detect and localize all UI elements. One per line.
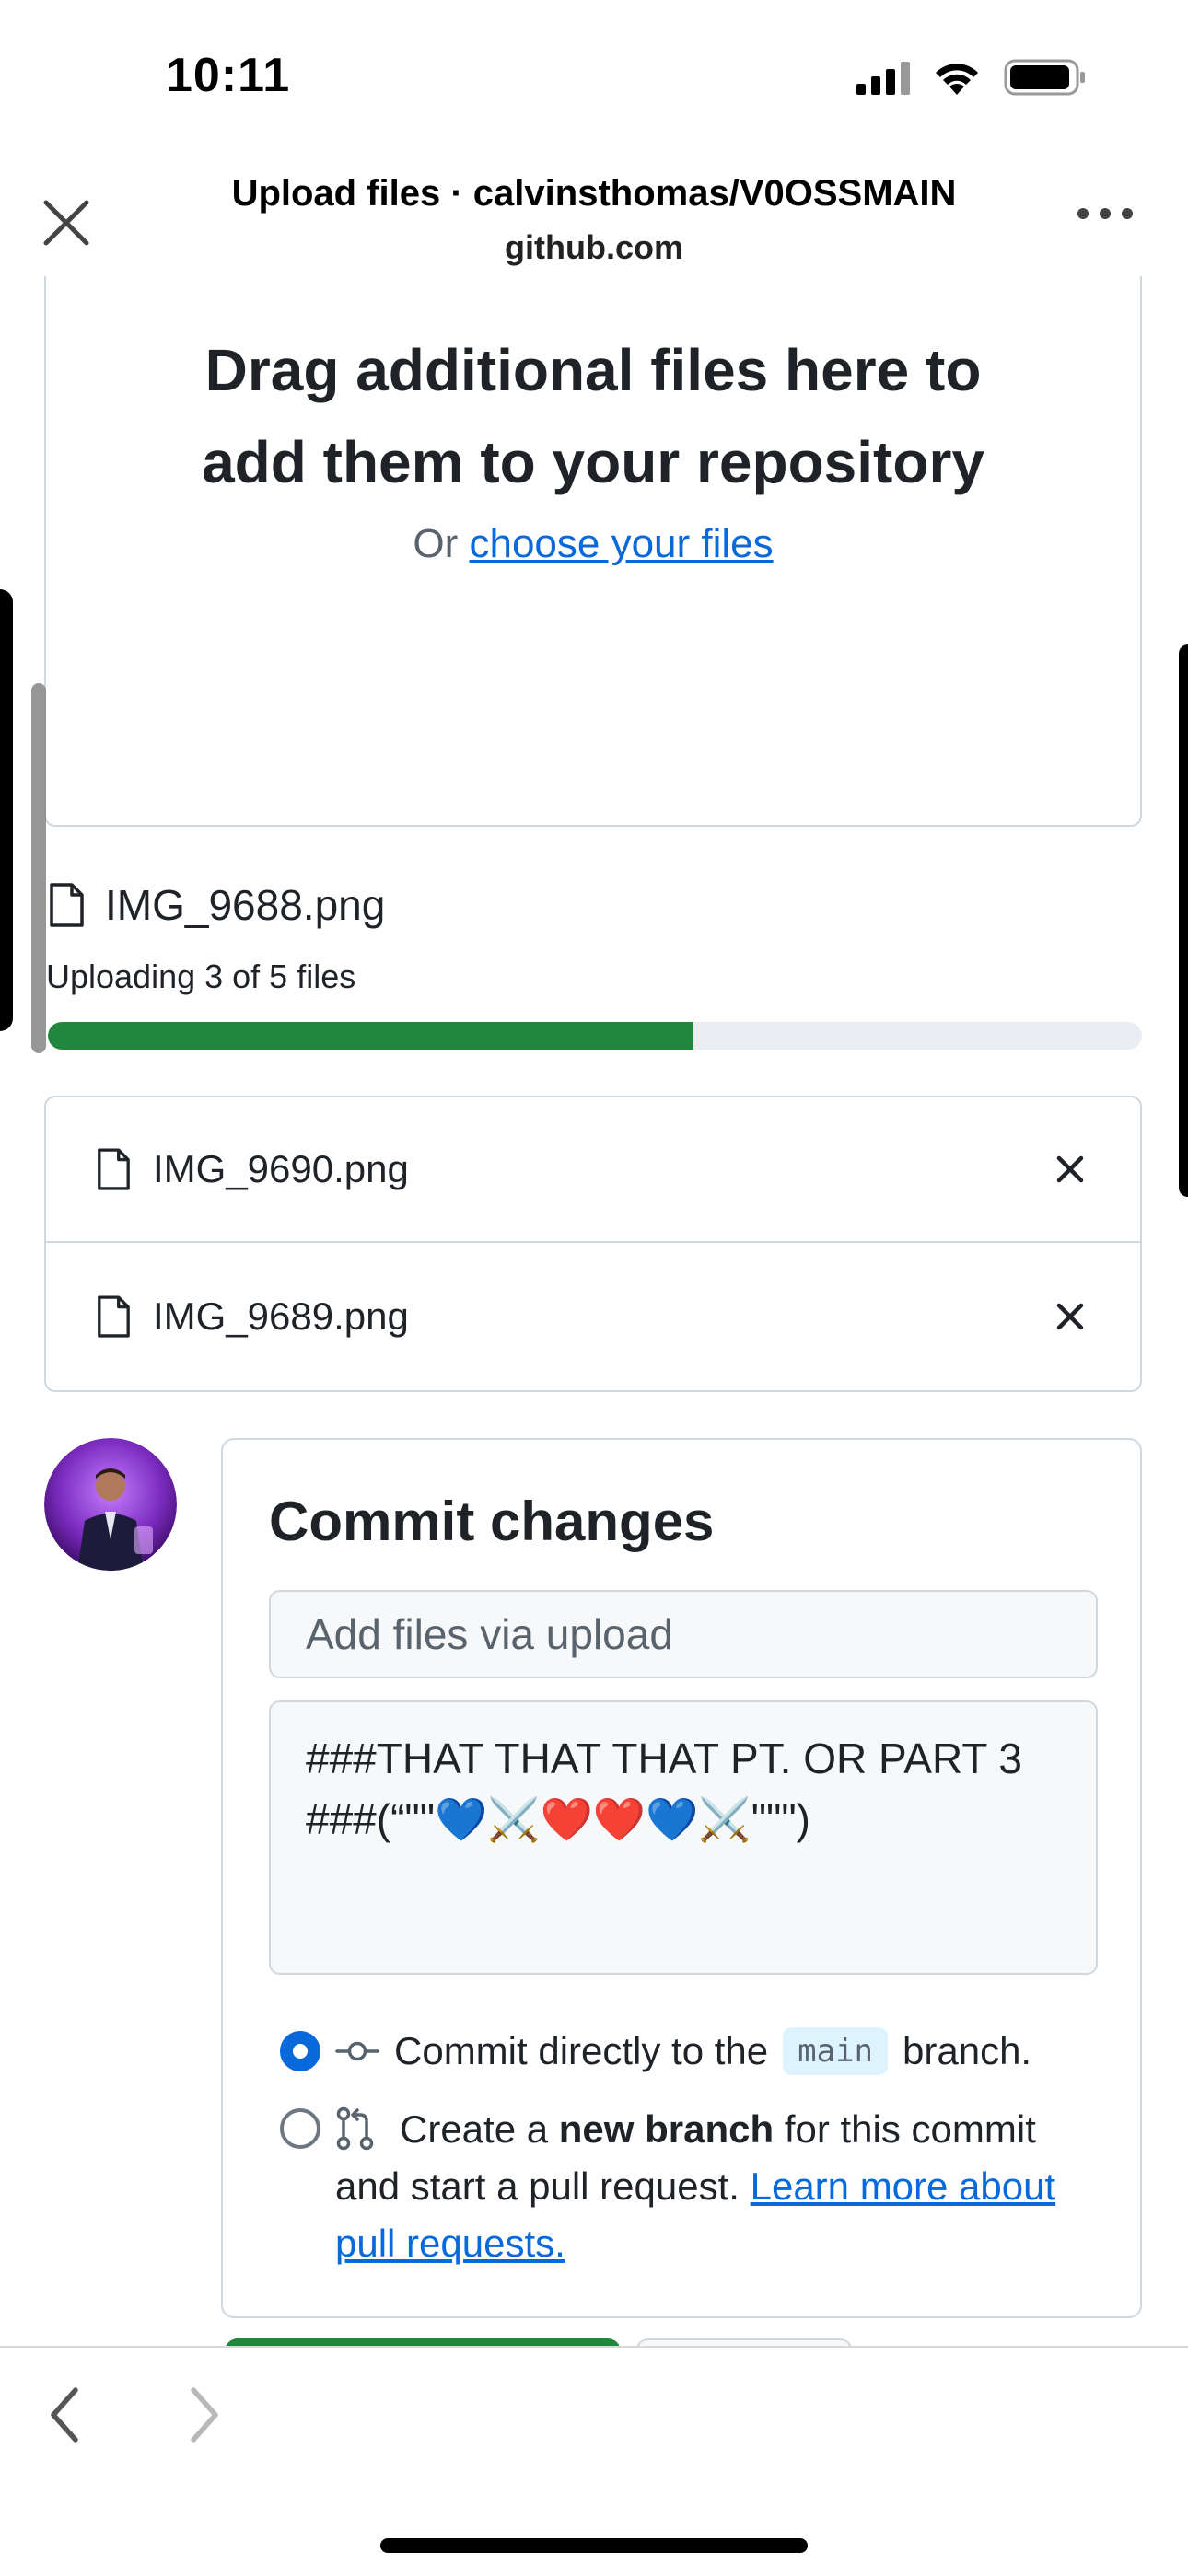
dropzone-or-text: Or <box>413 521 470 566</box>
avatar[interactable] <box>44 1438 177 1571</box>
remove-icon[interactable] <box>1052 1298 1089 1335</box>
uploading-file: IMG_9688.png <box>48 880 385 930</box>
file-icon <box>50 883 84 927</box>
list-item: IMG_9690.png <box>46 1097 1140 1243</box>
file-icon <box>98 1295 130 1338</box>
dropzone-choose: Or choose your files <box>44 521 1142 567</box>
background-edge-left <box>0 589 13 1031</box>
back-icon[interactable] <box>42 2383 88 2447</box>
commit-title: Commit changes <box>269 1491 715 1552</box>
forward-icon[interactable] <box>181 2383 227 2447</box>
cellular-signal-icon <box>856 60 910 95</box>
commit-description-line: ###THAT THAT THAT PT. OR PART 3 <box>306 1735 1022 1782</box>
upload-status: Uploading 3 of 5 files <box>46 957 356 995</box>
uploading-file-name: IMG_9688.png <box>105 881 386 929</box>
commit-summary-input[interactable] <box>269 1590 1098 1678</box>
commit-icon <box>335 2041 379 2061</box>
new-branch-radio[interactable] <box>280 2108 320 2149</box>
wifi-icon <box>936 64 978 95</box>
queued-file-name: IMG_9690.png <box>153 1147 409 1190</box>
remove-icon[interactable] <box>1052 1151 1089 1188</box>
upload-progress-bar <box>48 1022 1142 1050</box>
file-icon <box>98 1148 130 1190</box>
new-branch-option[interactable]: Create a new branch for this commit and … <box>335 2101 1100 2272</box>
new-branch-bold: new branch <box>558 2107 775 2151</box>
commit-direct-suffix: branch. <box>903 2029 1032 2072</box>
status-time: 10:11 <box>166 49 291 102</box>
scroll-indicator[interactable] <box>31 683 46 1053</box>
page-title: Upload files · calvinsthomas/V0OSSMAIN <box>231 173 957 214</box>
battery-icon <box>1004 59 1085 96</box>
commit-description-textarea[interactable]: ###THAT THAT THAT PT. OR PART 3 ###(“""💙… <box>269 1700 1098 1975</box>
home-indicator <box>380 2538 808 2553</box>
queued-file-list: IMG_9690.png IMG_9689.png <box>44 1096 1142 1392</box>
more-icon[interactable] <box>1077 208 1133 219</box>
branch-name-badge: main <box>783 2027 889 2075</box>
dropzone-title: Drag additional files here to add them t… <box>202 337 984 495</box>
list-item: IMG_9689.png <box>46 1244 1140 1389</box>
commit-direct-radio[interactable] <box>280 2031 320 2071</box>
commit-direct-prefix: Commit directly to the <box>394 2029 769 2072</box>
status-icons <box>856 57 1087 98</box>
choose-files-link[interactable]: choose your files <box>469 521 773 566</box>
new-branch-prefix: Create a <box>400 2107 559 2151</box>
queued-file-name: IMG_9689.png <box>153 1294 409 1338</box>
upload-progress-fill <box>48 1022 693 1050</box>
commit-description-line: ###(“""💙⚔️❤️❤️💙⚔️""") <box>306 1795 811 1843</box>
commit-direct-option[interactable]: Commit directly to the main branch. <box>280 2027 1031 2075</box>
background-edge-right <box>1179 644 1188 1197</box>
page-domain: github.com <box>505 228 683 266</box>
